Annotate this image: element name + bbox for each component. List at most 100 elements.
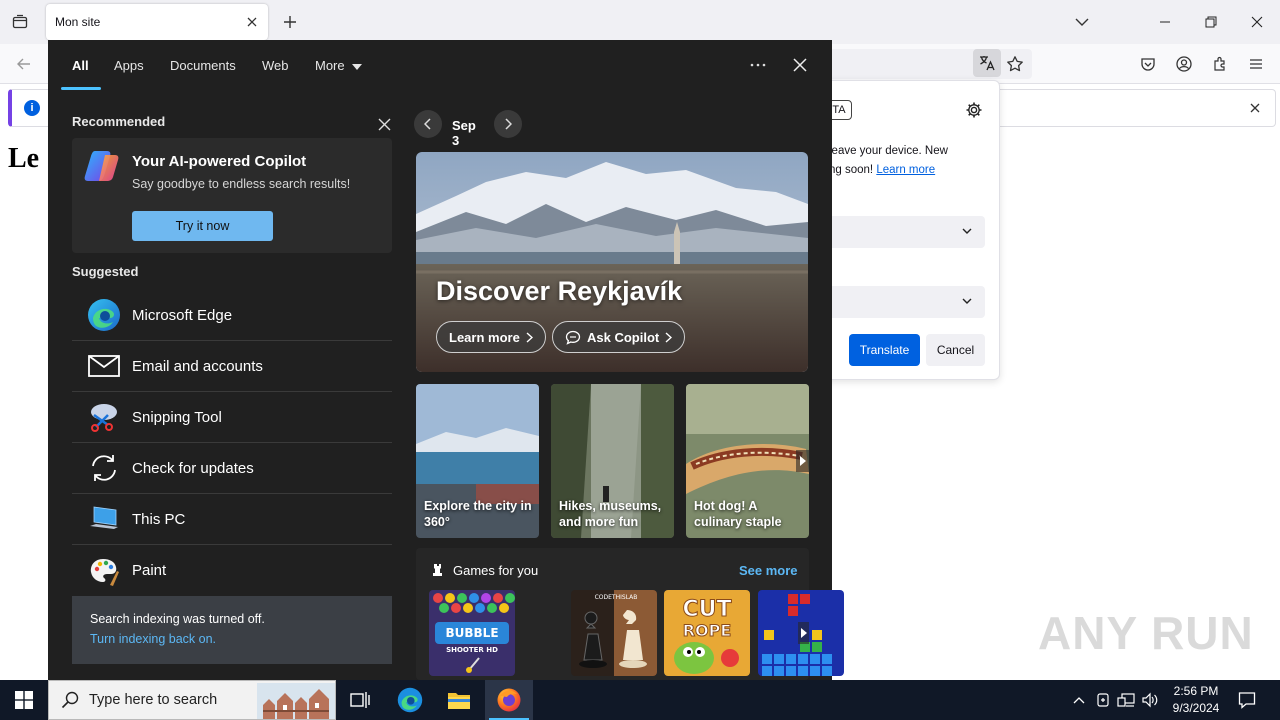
suggested-label: Paint	[132, 562, 167, 579]
extensions-icon[interactable]	[1208, 52, 1232, 76]
tab-more[interactable]: More	[315, 57, 363, 77]
more-options-icon[interactable]	[745, 54, 771, 76]
tab-web[interactable]: Web	[262, 57, 289, 77]
card-hot-dog[interactable]: Hot dog! A culinary staple	[686, 384, 809, 538]
learn-more-link[interactable]: Learn more	[876, 164, 935, 176]
translate-icon[interactable]	[973, 49, 1001, 77]
dismiss-recommended-icon[interactable]	[373, 113, 395, 135]
notification-center-icon[interactable]	[1236, 689, 1258, 711]
suggested-item-this-pc[interactable]: This PC	[72, 494, 392, 545]
network-icon[interactable]	[1116, 690, 1136, 710]
file-explorer-icon[interactable]	[435, 680, 483, 720]
gear-icon[interactable]	[963, 99, 985, 121]
suggested-item-edge[interactable]: Microsoft Edge	[72, 290, 392, 341]
taskbar-search-box[interactable]: Type here to search	[48, 680, 336, 720]
snipping-tool-icon	[86, 399, 122, 435]
windows-search-panel: All Apps Documents Web More Recommended …	[48, 40, 844, 680]
pocket-icon[interactable]	[1136, 52, 1160, 76]
show-hidden-icons[interactable]	[1069, 690, 1089, 710]
next-day-icon[interactable]	[494, 110, 522, 138]
list-all-tabs-icon[interactable]	[1066, 6, 1098, 38]
translate-panel: ETA leave your device. New ng soon! Lear…	[812, 80, 1000, 380]
chess-piece-icon	[433, 564, 442, 576]
from-language-select[interactable]	[829, 216, 985, 248]
learn-more-label: Learn more	[449, 329, 520, 345]
tab-apps[interactable]: Apps	[114, 57, 144, 77]
suggested-item-check-updates[interactable]: Check for updates	[72, 443, 392, 494]
suggested-item-snipping-tool[interactable]: Snipping Tool	[72, 392, 392, 443]
tab-title: Mon site	[55, 15, 101, 29]
games-section: Games for you See more BUBBLE SHOOTER HD…	[416, 548, 844, 680]
game-chess[interactable]: CODETHISLAB	[571, 590, 657, 676]
taskbar-search-placeholder: Type here to search	[89, 692, 218, 708]
game-bubble-sublabel: SHOOTER HD	[446, 646, 498, 654]
suggested-item-paint[interactable]: Paint	[72, 545, 392, 596]
browser-tab-bar: Mon site	[0, 0, 1280, 44]
carousel-next-icon[interactable]	[796, 450, 810, 472]
indexing-notice: Search indexing was turned off. Turn ind…	[72, 596, 392, 664]
system-clock[interactable]: 2:56 PM 9/3/2024	[1166, 683, 1226, 717]
cards-carousel: Explore the city in 360° Hikes, museums,…	[416, 384, 810, 538]
mail-icon	[86, 348, 122, 384]
recommended-title: Recommended	[72, 114, 166, 129]
volume-icon[interactable]	[1140, 690, 1160, 710]
browser-tab[interactable]: Mon site	[46, 4, 268, 40]
date-label: Sep 3	[452, 118, 476, 148]
close-tab-icon[interactable]	[240, 10, 264, 34]
menu-icon[interactable]	[1244, 52, 1268, 76]
copilot-subtitle: Say goodbye to endless search results!	[132, 177, 351, 191]
restore-icon[interactable]	[1195, 6, 1227, 38]
search-icon	[61, 691, 79, 709]
windows-start-icon[interactable]	[0, 680, 48, 720]
to-language-select[interactable]	[829, 286, 985, 318]
clock-time: 2:56 PM	[1173, 684, 1219, 698]
close-search-icon[interactable]	[788, 53, 812, 77]
ask-copilot-label: Ask Copilot	[587, 329, 660, 345]
translate-description: leave your device. New ng soon! Learn mo…	[829, 142, 989, 180]
card-hikes[interactable]: Hikes, museums, and more fun	[551, 384, 674, 538]
suggested-label: Microsoft Edge	[132, 306, 233, 324]
edge-taskbar-icon[interactable]	[386, 680, 434, 720]
suggested-item-email[interactable]: Email and accounts	[72, 341, 392, 392]
close-notification-icon[interactable]	[1245, 98, 1265, 118]
minimize-icon[interactable]	[1149, 6, 1181, 38]
tab-all[interactable]: All	[72, 57, 89, 77]
learn-more-button[interactable]: Learn more	[436, 321, 546, 353]
card-text: Hot dog! A culinary staple	[694, 499, 782, 529]
device-icon[interactable]	[1093, 690, 1113, 710]
edge-icon	[86, 297, 122, 333]
taskbar: Type here to search 2:56 PM 9/3/2024	[0, 680, 1280, 720]
translate-button[interactable]: Translate	[849, 334, 920, 366]
game-cut-the-rope[interactable]: CUT ROPE	[664, 590, 750, 676]
cancel-button[interactable]: Cancel	[926, 334, 985, 366]
chess-thumbnail: CODETHISLAB	[571, 590, 657, 676]
turn-indexing-on-link[interactable]: Turn indexing back on.	[90, 632, 216, 646]
copilot-card: Your AI-powered Copilot Say goodbye to e…	[72, 138, 392, 253]
tab-more-label: More	[315, 58, 345, 73]
game-bubble-label: BUBBLE	[445, 626, 498, 640]
chevron-down-icon	[962, 228, 972, 234]
card-explore-city[interactable]: Explore the city in 360°	[416, 384, 539, 538]
tab-documents[interactable]: Documents	[170, 57, 236, 77]
bookmark-star-icon[interactable]	[1003, 52, 1027, 76]
tab-list-icon[interactable]	[8, 10, 32, 34]
task-view-icon[interactable]	[336, 680, 384, 720]
see-more-link[interactable]: See more	[739, 563, 798, 578]
new-tab-button[interactable]	[278, 10, 302, 34]
hero-reykjavik[interactable]: Discover Reykjavík Learn more Ask Copilo…	[416, 152, 808, 372]
cut-the-rope-thumbnail: CUT ROPE	[664, 590, 750, 676]
chevron-right-icon	[526, 331, 533, 343]
close-window-icon[interactable]	[1241, 6, 1273, 38]
back-arrow-icon[interactable]	[12, 52, 36, 76]
firefox-taskbar-icon[interactable]	[485, 680, 533, 720]
suggested-label: Check for updates	[132, 459, 254, 477]
try-it-now-button[interactable]: Try it now	[132, 211, 273, 241]
game-rope-label: ROPE	[683, 621, 732, 640]
game-bubble-shooter[interactable]: BUBBLE SHOOTER HD	[429, 590, 515, 676]
previous-day-icon[interactable]	[414, 110, 442, 138]
game-chess-label: CODETHISLAB	[595, 594, 638, 601]
account-icon[interactable]	[1172, 52, 1196, 76]
games-next-icon[interactable]	[798, 622, 809, 644]
ask-copilot-button[interactable]: Ask Copilot	[552, 321, 686, 353]
translate-description-line2: ng soon!	[829, 164, 874, 176]
